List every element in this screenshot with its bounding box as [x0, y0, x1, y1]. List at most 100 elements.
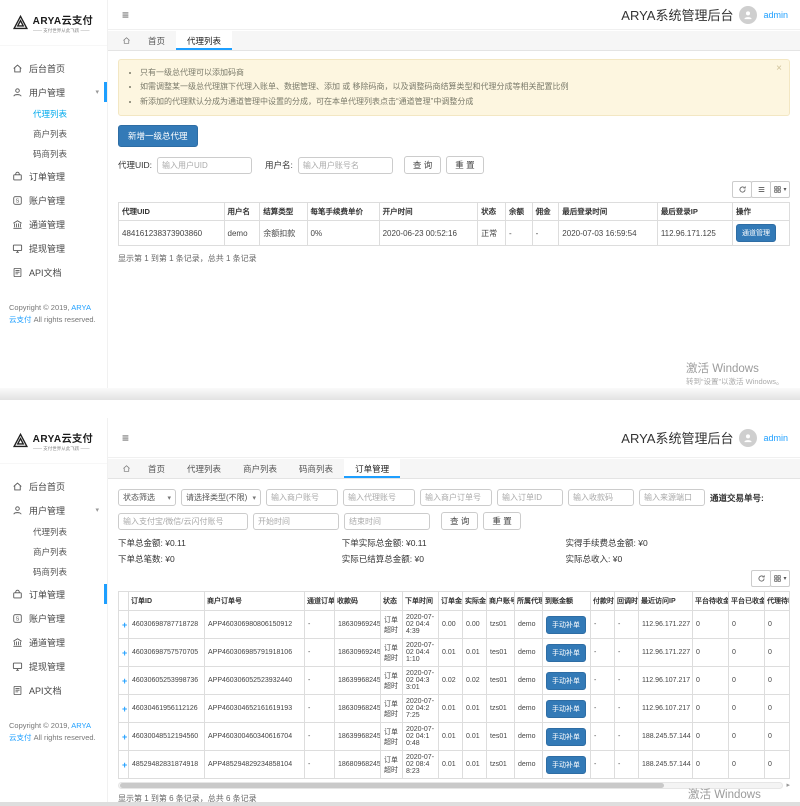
sidebar-item-label: API文档	[29, 266, 62, 279]
sidebar-item-dashboard[interactable]: 后台首页	[0, 474, 107, 498]
table-cell: 订单超时	[381, 611, 403, 639]
reset-button[interactable]: 重 置	[446, 156, 483, 174]
sidebar-item-withdraw[interactable]: 提现管理	[0, 236, 107, 260]
expand-row-icon[interactable]: +	[122, 732, 127, 742]
start-time-input[interactable]	[253, 513, 339, 530]
tab-代理列表[interactable]: 代理列表	[176, 459, 232, 478]
table-cell: -	[305, 723, 335, 751]
tab-商户列表[interactable]: 商户列表	[232, 459, 288, 478]
sidebar-subitem[interactable]: 商户列表	[0, 542, 107, 562]
manual-reorder-button[interactable]: 手动补单	[546, 644, 586, 662]
sidebar-subitem[interactable]: 码商列表	[0, 562, 107, 582]
manual-reorder-button[interactable]: 手动补单	[546, 616, 586, 634]
merchant-account-input[interactable]	[266, 489, 338, 506]
reset-button[interactable]: 重 置	[483, 512, 520, 530]
tab-订单管理[interactable]: 订单管理	[344, 459, 400, 478]
sidebar-subitem[interactable]: 码商列表	[0, 144, 107, 164]
home-icon[interactable]	[116, 31, 137, 50]
toggle-view-icon[interactable]	[751, 181, 771, 198]
table-cell: -	[305, 611, 335, 639]
hamburger-menu-icon[interactable]: ≡	[122, 431, 129, 445]
add-agent-button[interactable]: 新增一级总代理	[118, 125, 198, 147]
withdraw-icon	[12, 243, 23, 254]
username-link[interactable]: admin	[763, 10, 788, 20]
expand-row-icon[interactable]: +	[122, 620, 127, 630]
manual-reorder-button[interactable]: 手动补单	[546, 728, 586, 746]
scrollbar-track[interactable]	[118, 782, 783, 789]
sidebar-subitem[interactable]: 代理列表	[0, 104, 107, 124]
table-cell: 0	[693, 667, 729, 695]
manual-reorder-button[interactable]: 手动补单	[546, 672, 586, 690]
order-id-input[interactable]	[497, 489, 563, 506]
user-avatar[interactable]	[739, 6, 757, 24]
hamburger-menu-icon[interactable]: ≡	[122, 8, 129, 22]
sidebar-subitem[interactable]: 商户列表	[0, 124, 107, 144]
expand-row-icon[interactable]: +	[122, 704, 127, 714]
sidebar-item-orders[interactable]: 订单管理	[0, 582, 107, 606]
sidebar-item-users[interactable]: 用户管理▾	[0, 498, 107, 522]
api-icon	[12, 267, 23, 278]
sidebar-item-users[interactable]: 用户管理▾	[0, 80, 107, 104]
expand-row-icon[interactable]: +	[122, 760, 127, 770]
table-cell: +	[119, 695, 129, 723]
type-filter-select[interactable]: 请选择类型(不限)▾	[181, 489, 261, 506]
payment-account-input[interactable]	[118, 513, 248, 530]
sidebar-subitem[interactable]: 代理列表	[0, 522, 107, 542]
qrcode-input[interactable]	[568, 489, 634, 506]
home-icon[interactable]	[116, 459, 137, 478]
app-logo[interactable]: ARYA云支付 —— 支付世界从此飞跃 ——	[0, 418, 107, 464]
table-cell: 0.01	[439, 639, 463, 667]
tab-首页[interactable]: 首页	[137, 31, 176, 50]
sidebar-item-channels[interactable]: 通道管理	[0, 212, 107, 236]
refresh-icon[interactable]	[751, 570, 771, 587]
search-button[interactable]: 查 询	[404, 156, 441, 174]
search-button[interactable]: 查 询	[441, 512, 478, 530]
column-header: 通道订单号	[305, 592, 335, 611]
merchant-order-input[interactable]	[420, 489, 492, 506]
expand-row-icon[interactable]: +	[122, 648, 127, 658]
column-header: 状态	[478, 203, 506, 221]
tab-首页[interactable]: 首页	[137, 459, 176, 478]
columns-icon[interactable]: ▾	[770, 570, 790, 587]
alert-close-icon[interactable]: ×	[776, 63, 782, 74]
user-avatar[interactable]	[739, 429, 757, 447]
username-link[interactable]: admin	[763, 433, 788, 443]
column-header	[119, 592, 129, 611]
copyright-text: All rights reserved.	[32, 315, 96, 324]
sidebar-item-accounts[interactable]: S账户管理	[0, 188, 107, 212]
table-cell: 0	[765, 723, 790, 751]
channel-manage-button[interactable]: 通道管理	[736, 224, 776, 242]
tab-代理列表[interactable]: 代理列表	[176, 31, 232, 50]
status-filter-select[interactable]: 状态筛选▾	[118, 489, 176, 506]
username-input[interactable]	[298, 157, 393, 174]
table-cell: 0	[765, 611, 790, 639]
manual-reorder-button[interactable]: 手动补单	[546, 756, 586, 774]
sidebar-item-api[interactable]: API文档	[0, 678, 107, 702]
tab-码商列表[interactable]: 码商列表	[288, 459, 344, 478]
agent-uid-input[interactable]	[157, 157, 252, 174]
refresh-icon[interactable]	[732, 181, 752, 198]
sidebar-item-withdraw[interactable]: 提现管理	[0, 654, 107, 678]
sidebar-item-api[interactable]: API文档	[0, 260, 107, 284]
stat-column: 实得手续费总金额: ¥0实际总收入: ¥0	[566, 535, 790, 567]
stat-column: 下单总金额: ¥0.11下单总笔数: ¥0	[118, 535, 342, 567]
end-time-input[interactable]	[344, 513, 430, 530]
column-header: 订单ID	[129, 592, 205, 611]
scrollbar-thumb[interactable]	[120, 783, 664, 788]
column-header: 最后登录时间	[559, 203, 658, 221]
action-cell: 手动补单	[543, 639, 591, 667]
expand-row-icon[interactable]: +	[122, 676, 127, 686]
order-stats: 下单总金额: ¥0.11下单总笔数: ¥0下单实际总金额: ¥0.11实际已结算…	[118, 535, 790, 567]
table-cell: 0	[693, 639, 729, 667]
manual-reorder-button[interactable]: 手动补单	[546, 700, 586, 718]
agent-account-input[interactable]	[343, 489, 415, 506]
columns-icon[interactable]: ▾	[770, 181, 790, 198]
column-header: 收款码	[335, 592, 381, 611]
app-logo[interactable]: ARYA云支付 —— 支付世界从此飞跃 ——	[0, 0, 107, 46]
sidebar-item-channels[interactable]: 通道管理	[0, 630, 107, 654]
sidebar-item-orders[interactable]: 订单管理	[0, 164, 107, 188]
source-port-input[interactable]	[639, 489, 705, 506]
sidebar-item-dashboard[interactable]: 后台首页	[0, 56, 107, 80]
sidebar-item-accounts[interactable]: S账户管理	[0, 606, 107, 630]
table-cell: -	[615, 639, 639, 667]
